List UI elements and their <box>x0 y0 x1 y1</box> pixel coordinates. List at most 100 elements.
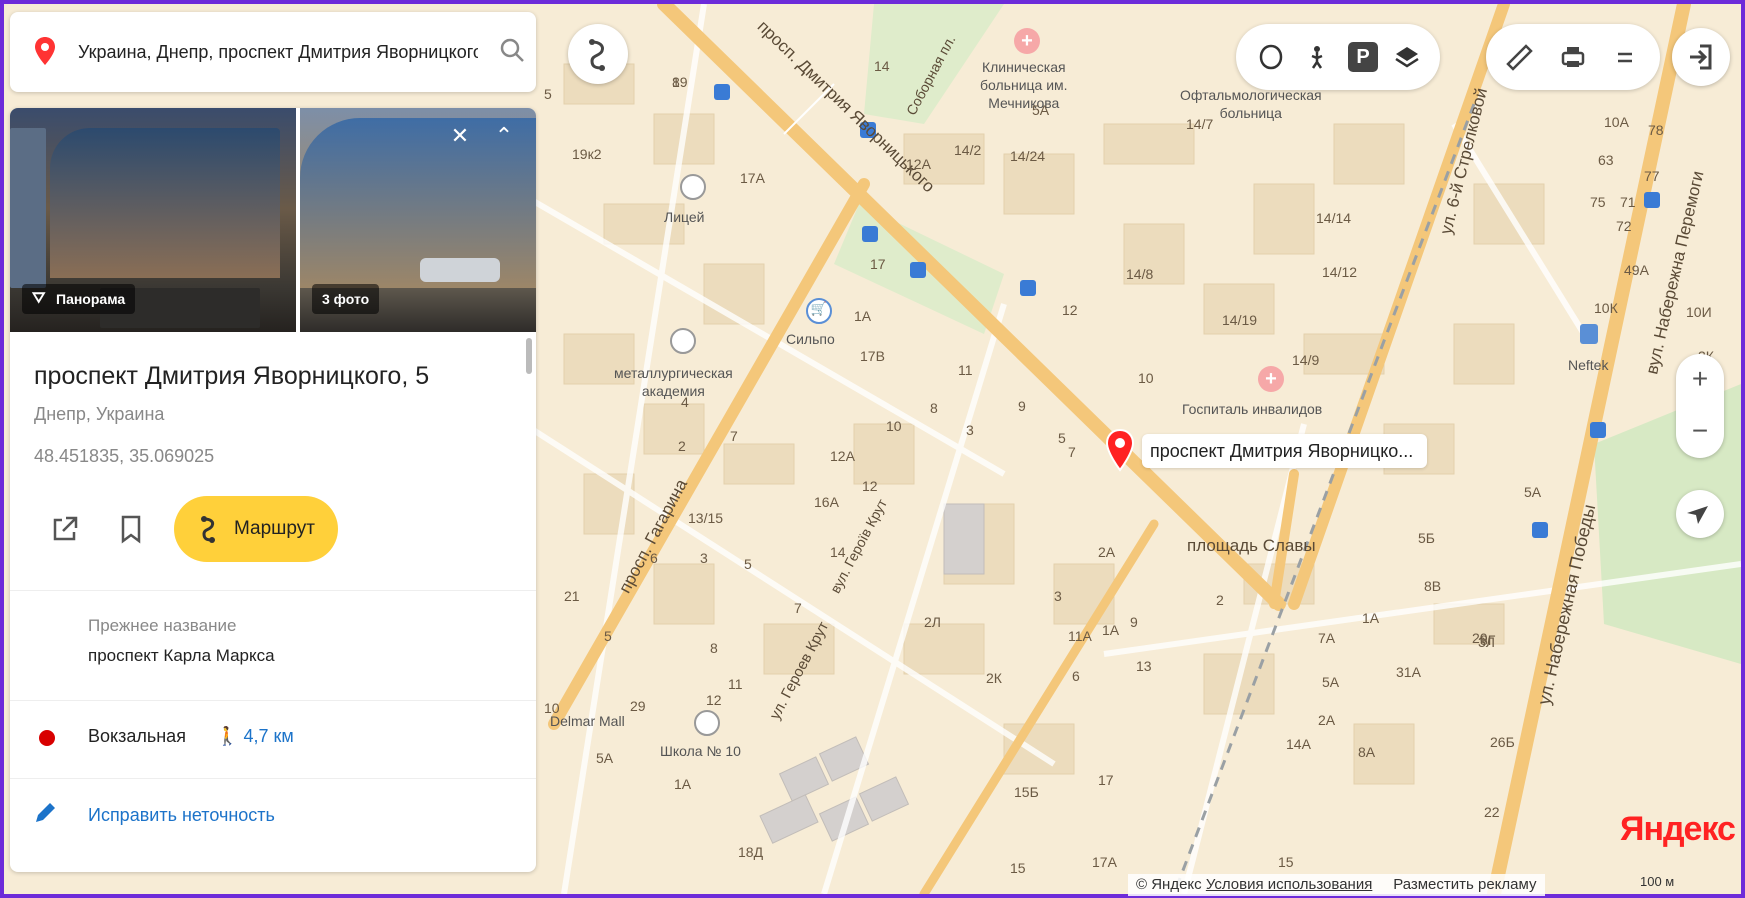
hospital-icon[interactable]: + <box>1258 366 1284 392</box>
traffic-icon[interactable] <box>1256 42 1286 72</box>
yandex-logo[interactable]: Яндекс <box>1620 810 1736 849</box>
bus-stop-icon[interactable] <box>1590 422 1606 438</box>
house-number: 15Б <box>1014 784 1039 800</box>
place-coordinates[interactable]: 48.451835, 35.069025 <box>34 446 214 467</box>
bus-stop-icon[interactable] <box>910 262 926 278</box>
shop-icon[interactable]: 🛒 <box>806 298 832 324</box>
ads-link[interactable]: Разместить рекламу <box>1393 876 1536 893</box>
house-number: 5А <box>1524 484 1542 500</box>
menu-icon[interactable] <box>1610 42 1640 72</box>
bus-stop-icon[interactable] <box>1020 280 1036 296</box>
poi-label[interactable]: Госпиталь инвалидов <box>1182 400 1322 418</box>
house-number: 17 <box>1098 772 1114 788</box>
location-pin-icon[interactable] <box>1104 428 1136 472</box>
house-number: 12 <box>862 478 878 494</box>
house-number: 11 <box>958 362 973 378</box>
photos-button[interactable]: 3 фото <box>312 284 380 314</box>
house-number: 2Л <box>924 614 941 630</box>
bus-stop-icon[interactable] <box>1644 192 1660 208</box>
panorama-icon[interactable] <box>1302 42 1332 72</box>
house-number: 5А <box>596 750 614 766</box>
ruler-icon[interactable] <box>1504 42 1534 72</box>
house-number: 10К <box>1594 300 1618 316</box>
layers-icon[interactable] <box>1392 42 1422 72</box>
scale-label: 100 м <box>1640 874 1675 889</box>
zoom-in-button[interactable]: + <box>1676 354 1724 406</box>
house-number: 8В <box>1424 578 1442 594</box>
geolocation-button[interactable] <box>1676 490 1724 538</box>
chevron-up-icon[interactable]: ⌃ <box>490 122 518 150</box>
house-number: 6 <box>650 550 658 566</box>
card-scrollbar[interactable] <box>526 338 532 374</box>
routes-button[interactable] <box>568 24 628 84</box>
layers-toolbar: P <box>1236 24 1440 90</box>
print-icon[interactable] <box>1558 42 1588 72</box>
bus-stop-icon[interactable] <box>714 84 730 100</box>
house-number: 13/15 <box>688 510 724 526</box>
house-number: 9 <box>1018 398 1026 414</box>
academy-icon[interactable] <box>670 328 696 354</box>
poi-label[interactable]: Neftek <box>1568 356 1608 374</box>
house-number: 12 <box>1062 302 1078 318</box>
poi-label[interactable]: Лицей <box>664 208 704 226</box>
house-number: 49А <box>1624 262 1649 278</box>
house-number: 7 <box>730 428 738 444</box>
house-number: 14/14 <box>1316 210 1352 226</box>
house-number: 8 <box>710 640 718 656</box>
terms-link[interactable]: Условия использования <box>1206 876 1373 893</box>
house-number: 17В <box>860 348 885 364</box>
zoom-out-button[interactable]: − <box>1676 406 1724 458</box>
report-error-link[interactable]: Исправить неточность <box>88 805 275 826</box>
school-icon[interactable] <box>680 174 706 200</box>
house-number: 5Б <box>1418 530 1435 546</box>
house-number: 14 <box>830 544 846 560</box>
metro-distance[interactable]: 🚶 4,7 км <box>216 726 294 747</box>
house-number: 3 <box>966 422 974 438</box>
poi-label[interactable]: металлургическая академия <box>614 364 733 400</box>
metro-distance-value: 4,7 км <box>243 726 294 746</box>
fuel-icon[interactable] <box>1580 324 1598 344</box>
poi-label[interactable]: Клиническая больница им. Мечникова <box>980 58 1068 112</box>
poi-label[interactable]: Школа № 10 <box>660 742 741 760</box>
house-number: 3 <box>1054 588 1062 604</box>
bookmark-button[interactable] <box>108 506 154 552</box>
poi-label[interactable]: Сильпо <box>786 330 835 348</box>
house-number: 78 <box>1648 122 1664 138</box>
house-number: 7А <box>1318 630 1336 646</box>
house-number: 5 <box>604 628 612 644</box>
photo-strip[interactable]: ⛛ Панорама 3 фото ✕ ⌃ <box>10 108 536 332</box>
panorama-button[interactable]: ⛛ Панорама <box>22 284 136 314</box>
house-number: 63 <box>1598 152 1614 168</box>
house-number: 19к2 <box>572 146 602 162</box>
school-icon[interactable] <box>694 710 720 736</box>
house-number: 10 <box>544 700 560 716</box>
close-icon[interactable]: ✕ <box>446 122 474 150</box>
metro-station[interactable]: Вокзальная <box>88 726 186 747</box>
house-number: 14/8 <box>1126 266 1154 282</box>
marker-label[interactable]: проспект Дмитрия Яворницко... <box>1142 434 1428 468</box>
house-number: 2А <box>1098 544 1116 560</box>
share-icon <box>53 516 78 541</box>
house-number: 7 <box>1068 444 1076 460</box>
copyright: © Яндекс <box>1136 876 1202 893</box>
house-number: 5 <box>744 556 752 572</box>
bus-stop-icon[interactable] <box>862 226 878 242</box>
hospital-icon[interactable]: + <box>1014 28 1040 54</box>
share-button[interactable] <box>42 506 88 552</box>
house-number: 5А <box>1032 102 1050 118</box>
route-button[interactable]: Маршрут <box>174 496 338 562</box>
house-number: 1А <box>854 308 872 324</box>
login-button[interactable] <box>1672 28 1730 86</box>
parking-icon[interactable]: P <box>1348 42 1378 72</box>
divider <box>10 700 536 701</box>
house-number: 3Л <box>1478 634 1495 650</box>
search-icon[interactable] <box>498 36 526 64</box>
route-icon <box>201 516 215 543</box>
house-number: 10 <box>1138 370 1154 386</box>
attribution-bar: © Яндекс Условия использования Разместит… <box>1128 874 1545 896</box>
house-number: 5 <box>544 86 552 102</box>
poi-label[interactable]: Delmar Mall <box>550 712 625 730</box>
place-card: ⛛ Панорама 3 фото ✕ ⌃ проспект Дмитрия Я… <box>10 108 536 872</box>
bus-stop-icon[interactable] <box>1532 522 1548 538</box>
search-input[interactable] <box>76 34 480 70</box>
